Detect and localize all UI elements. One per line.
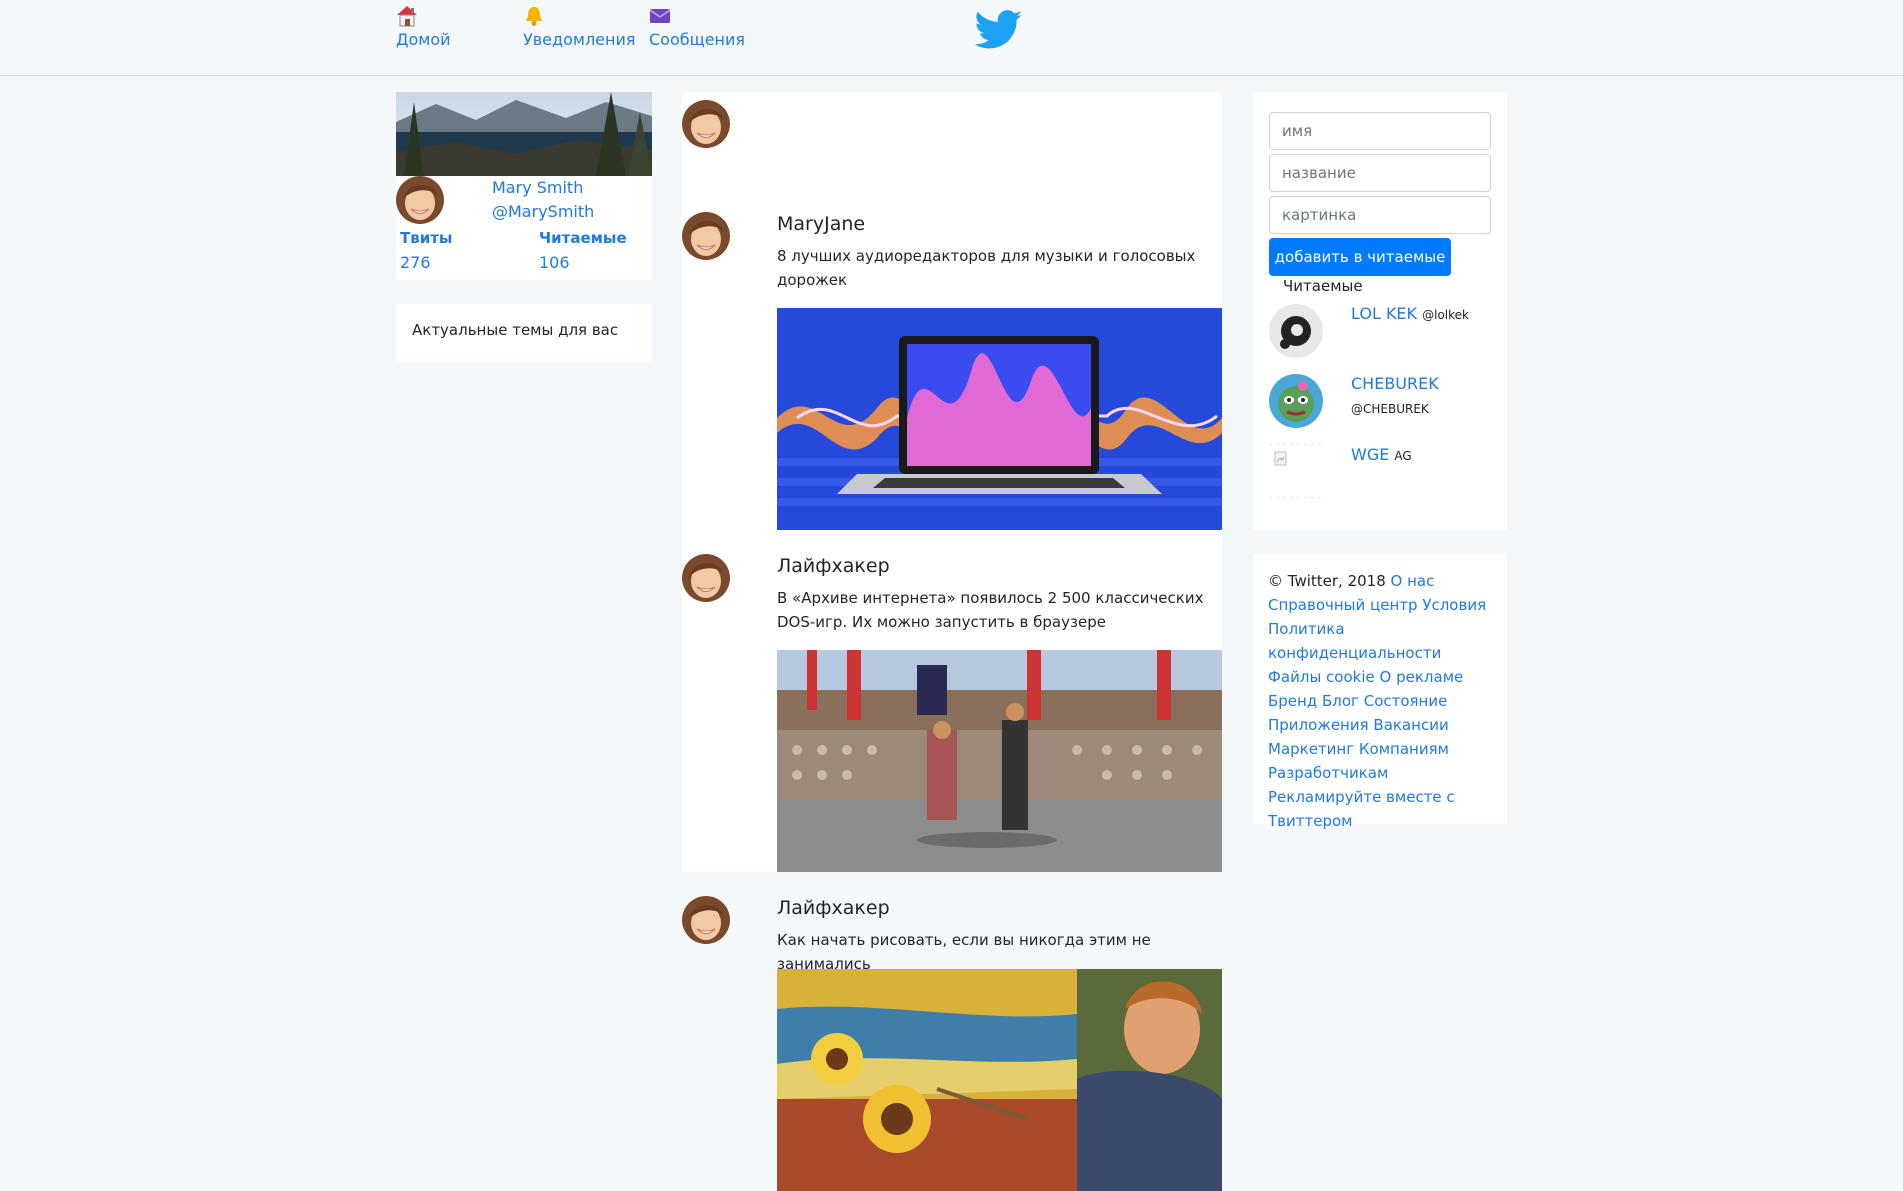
following-handle: AG [1394,449,1412,463]
footer-link[interactable]: Блог [1322,692,1359,710]
tweet-image-dos-game[interactable] [777,650,1222,872]
profile-card: Mary Smith @MarySmith Твиты Читаемые 276… [396,92,652,280]
nav-notifications-label: Уведомления [523,30,636,49]
nav-home-label: Домой [396,30,451,49]
tweets-stat-count[interactable]: 276 [400,253,431,272]
tweet-image-audio-editors[interactable] [777,308,1222,530]
broken-image-icon[interactable] [1269,443,1323,502]
following-name[interactable]: CHEBUREK [1351,374,1439,393]
trends-title: Актуальные темы для вас [412,321,619,339]
compose-avatar [682,100,730,152]
tweet-avatar[interactable] [682,212,730,264]
profile-avatar[interactable] [396,176,444,228]
add-to-following-button[interactable]: добавить в читаемые [1269,238,1451,276]
add-following-card: добавить в читаемые Читаемые LOL KEK @lo… [1253,92,1507,530]
profile-banner-image [396,92,652,176]
footer-link[interactable]: О рекламе [1380,668,1464,686]
following-avatar-lolkek[interactable] [1269,304,1323,362]
footer-link[interactable]: Состояние [1364,692,1448,710]
following-item[interactable]: WGE AG [1351,445,1412,464]
following-handle: @lolkek [1422,308,1469,322]
footer-link[interactable]: Рекламируйте вместе с Твиттером [1268,788,1455,830]
nav-messages[interactable]: Сообщения [649,3,745,49]
image-url-input[interactable] [1269,196,1491,234]
tweet-author[interactable]: MaryJane [777,213,865,235]
footer-link[interactable]: Компаниям [1359,740,1449,758]
name-input[interactable] [1269,112,1491,150]
following-stat-count[interactable]: 106 [539,253,570,272]
following-name[interactable]: LOL KEK [1351,304,1417,323]
footer-link[interactable]: О нас [1391,572,1435,590]
footer-link[interactable]: Политика конфиденциальности [1268,620,1441,662]
profile-handle[interactable]: @MarySmith [492,202,594,221]
following-item[interactable]: LOL KEK @lolkek [1351,304,1469,323]
footer-link[interactable]: Приложения [1268,716,1369,734]
footer-link[interactable]: Файлы cookie [1268,668,1375,686]
footer-link[interactable]: Справочный центр [1268,596,1418,614]
footer-link[interactable]: Вакансии [1373,716,1448,734]
tweet-avatar[interactable] [682,896,730,948]
footer-card: © Twitter, 2018 О нас Справочный центр У… [1253,554,1507,830]
tweet-avatar[interactable] [682,554,730,606]
nav-notifications[interactable]: Уведомления [523,3,636,49]
footer-link[interactable]: Разработчикам [1268,764,1388,782]
top-navbar: Домой Уведомления Сообщения [0,0,1903,76]
following-name[interactable]: WGE [1351,445,1389,464]
envelope-icon [649,3,671,29]
tweet-text: 8 лучших аудиоредакторов для музыки и го… [777,247,1196,289]
twitter-bird-icon[interactable] [974,9,1023,55]
tweet-author[interactable]: Лайфхакер [777,897,890,919]
title-input[interactable] [1269,154,1491,192]
footer-link[interactable]: Условия [1422,596,1486,614]
tweet-image-painting[interactable] [777,969,1222,1191]
following-list-title: Читаемые [1283,277,1363,295]
following-stat-label[interactable]: Читаемые [539,229,627,247]
footer-link[interactable]: Бренд [1268,692,1317,710]
following-handle: @CHEBUREK [1351,402,1429,416]
footer-link[interactable]: Маркетинг [1268,740,1354,758]
profile-name[interactable]: Mary Smith [492,178,583,197]
trends-card: Актуальные темы для вас [396,304,652,362]
nav-messages-label: Сообщения [649,30,746,49]
nav-home[interactable]: Домой [396,3,451,49]
house-icon [396,3,418,29]
tweet-author[interactable]: Лайфхакер [777,555,890,577]
tweets-stat-label[interactable]: Твиты [400,229,453,247]
following-avatar-cheburek[interactable] [1269,374,1323,432]
footer-copyright: © Twitter, 2018 [1268,572,1386,590]
tweet-text: В «Архиве интернета» появилось 2 500 кла… [777,589,1204,631]
bell-icon [523,3,545,29]
